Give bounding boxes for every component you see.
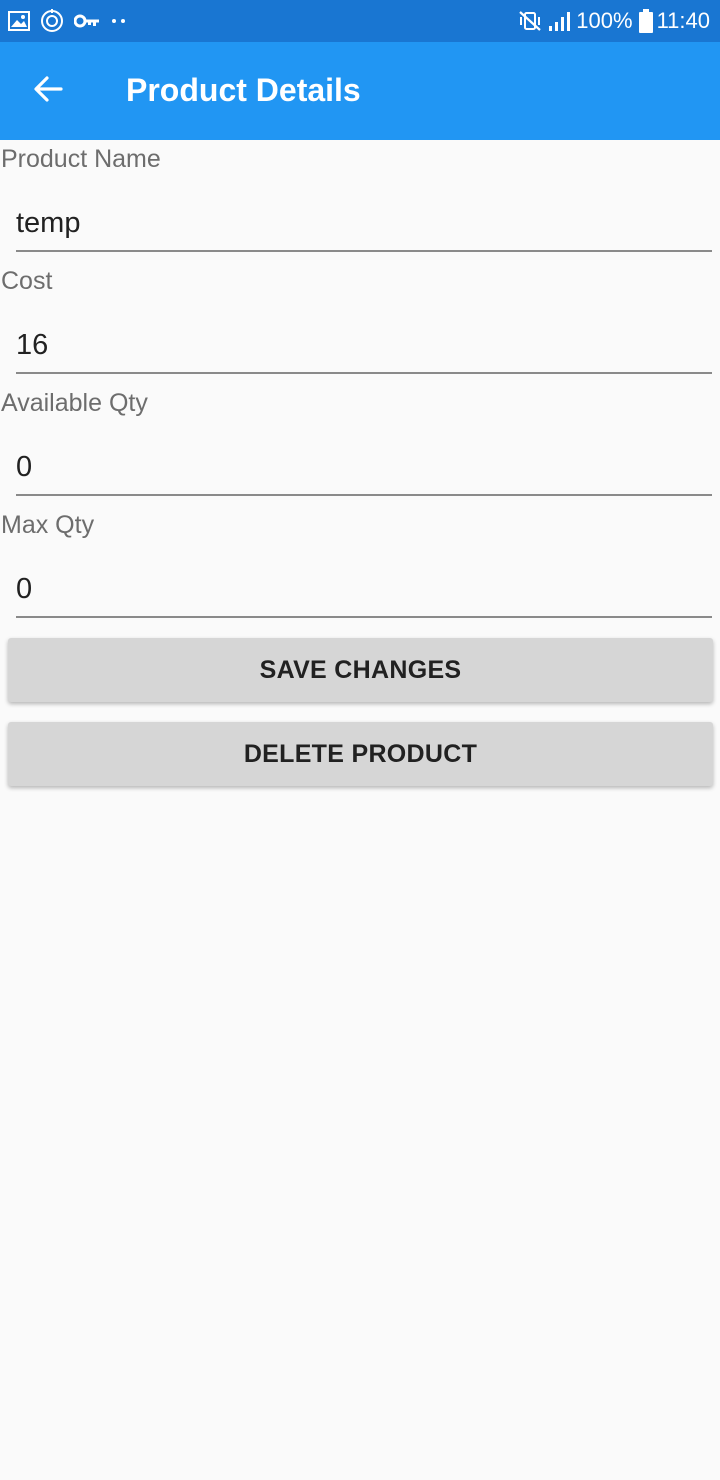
arrow-back-icon [33, 75, 63, 108]
available-qty-label: Available Qty [1, 389, 148, 417]
status-left-icons [8, 8, 138, 34]
available-qty-input[interactable] [16, 446, 712, 496]
page-title: Product Details [126, 72, 361, 108]
back-button[interactable] [24, 67, 72, 115]
signal-icon [548, 10, 572, 32]
status-bar: 100% 11:40 [0, 0, 720, 42]
vibrate-mute-icon [518, 10, 542, 32]
battery-percent: 100% [576, 8, 633, 33]
cost-label: Cost [1, 267, 53, 295]
cost-input[interactable] [16, 324, 712, 374]
gallery-icon [8, 11, 30, 31]
max-qty-input[interactable] [16, 568, 712, 618]
app-bar: Product Details [0, 42, 720, 140]
product-name-label: Product Name [1, 145, 161, 173]
key-icon [74, 13, 100, 29]
status-right-icons: 100% 11:40 [512, 6, 710, 36]
battery-icon [638, 9, 653, 33]
location-target-icon [40, 9, 64, 33]
save-changes-button[interactable]: SAVE CHANGES [8, 638, 713, 702]
clock: 11:40 [656, 8, 710, 33]
max-qty-label: Max Qty [1, 511, 95, 539]
delete-product-button[interactable]: DELETE PRODUCT [8, 722, 713, 786]
product-name-input[interactable] [16, 202, 712, 252]
more-dots-icon [110, 17, 128, 25]
